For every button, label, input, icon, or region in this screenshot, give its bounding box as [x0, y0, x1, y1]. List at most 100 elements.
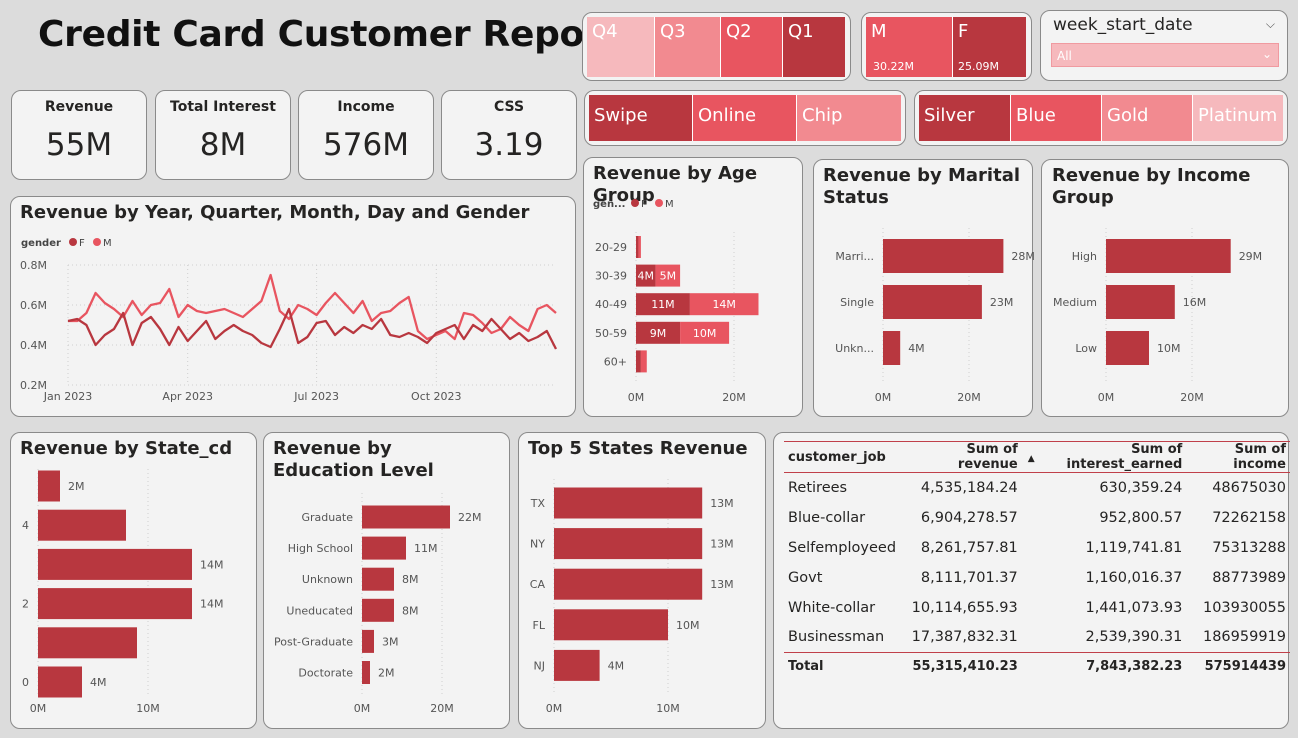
x-tick-label: 0M [354, 702, 371, 715]
y-category-label: 4 [22, 519, 29, 532]
slicer-platinum[interactable]: Platinum [1193, 95, 1283, 141]
slicer-gender-f[interactable]: F 25.09M [953, 17, 1026, 77]
y-category-label: FL [533, 619, 546, 632]
slicer-gender-m[interactable]: M 30.22M [866, 17, 953, 77]
data-label: 11M [651, 298, 675, 311]
data-label: 4M [638, 270, 655, 283]
table-cell: 72262158 [1212, 509, 1286, 526]
top5-states-chart: 0M 10M TX 13M NY 13M CA 13M FL 10M NJ 4M [530, 479, 734, 715]
slicer-gold[interactable]: Gold [1102, 95, 1193, 141]
column-header-label: Sum of interest_earned [1066, 442, 1183, 472]
x-tick-label: 10M [656, 702, 680, 715]
table-row[interactable]: White-collar 10,114,655.93 1,441,073.93 103… [784, 593, 1290, 623]
slicer-q4[interactable]: Q4 [587, 17, 655, 77]
x-tick-label: Jan 2023 [43, 390, 92, 403]
table-row[interactable]: Businessman 17,387,832.31 2,539,390.31 1869… [784, 623, 1290, 653]
table-row[interactable]: Govt 8,111,701.37 1,160,016.37 88773989 [784, 563, 1290, 593]
bar [38, 548, 192, 580]
data-label: 2M [378, 667, 395, 680]
y-category-label: 0 [22, 676, 29, 689]
column-header-revenue[interactable]: Sum of revenue [901, 441, 1022, 473]
slicer-value: 30.22M [873, 60, 914, 73]
x-tick-label: 20M [430, 702, 454, 715]
slicer-q3[interactable]: Q3 [655, 17, 721, 77]
data-label: 10M [676, 619, 700, 632]
table-cell: 1,119,741.81 [1085, 539, 1183, 556]
kpi-card-revenue: Revenue 55M [11, 90, 147, 180]
table-cell: 8,111,701.37 [920, 569, 1018, 586]
table-cell: 1,160,016.37 [1085, 569, 1183, 586]
table-cell: Govt [788, 569, 823, 586]
bar [38, 666, 82, 698]
kpi-value: 3.19 [474, 127, 544, 163]
chevron-down-icon: ⌄ [1261, 47, 1272, 61]
slicer-silver[interactable]: Silver [919, 95, 1011, 141]
income-group-chart: 0M 20M High 29M Medium 16M Low 10M [1053, 228, 1262, 404]
slicer-blue[interactable]: Blue [1011, 95, 1102, 141]
quarter-slicer: Q4 Q3 Q2 Q1 [582, 12, 851, 81]
revenue-line-chart-card: Revenue by Year, Quarter, Month, Day and… [10, 196, 576, 417]
table-row[interactable]: Blue-collar 6,904,278.57 952,800.57 7226215… [784, 503, 1290, 533]
bar [1106, 331, 1149, 365]
table-cell: 17,387,832.31 [911, 629, 1018, 646]
legend-marker [93, 238, 101, 246]
week-start-date-slicer: week_start_date ⌵ All ⌄ [1040, 10, 1288, 81]
sort-ascending-icon[interactable]: ▲ [1028, 454, 1035, 464]
education-chart: 0M 20M Graduate 22M High School 11M Unknown 8M U… [274, 493, 482, 715]
table-row[interactable]: Retirees 4,535,184.24 630,359.24 48675030 [784, 473, 1290, 503]
customer-job-table: customer_job Sum of revenue ▲ Sum of int… [784, 441, 1290, 681]
table-total-cell: 55,315,410.23 [901, 652, 1022, 681]
data-label: 2M [68, 480, 85, 493]
slicer-online[interactable]: Online [693, 95, 797, 141]
data-label: 10M [693, 327, 717, 340]
bar [38, 588, 192, 620]
y-category-label: Doctorate [298, 667, 353, 680]
y-category-label: Graduate [301, 511, 353, 524]
table-row[interactable]: Selfemployeed 8,261,757.81 1,119,741.81 753… [784, 533, 1290, 563]
table-total-cell: 575914439 [1186, 652, 1290, 681]
bar [362, 567, 394, 591]
y-category-label: Low [1075, 342, 1097, 355]
kpi-label: Income [337, 99, 395, 115]
report-title: Credit Card Customer Report [38, 14, 619, 55]
kpi-label: CSS [493, 99, 525, 115]
y-category-label: 40-49 [595, 298, 627, 311]
slicer-chip[interactable]: Chip [797, 95, 901, 141]
column-header-income[interactable]: Sum of income [1186, 441, 1290, 473]
legend-title: gen... [593, 199, 625, 210]
kpi-value: 8M [199, 127, 247, 163]
x-tick-label: 20M [957, 391, 981, 404]
data-label: 13M [710, 578, 734, 591]
top5-states-chart-card: Top 5 States Revenue 0M 10M TX 13M NY 13M CA 13… [518, 432, 766, 729]
bar-f [636, 350, 641, 373]
legend-label: M [665, 199, 674, 210]
collapse-chevron-icon[interactable]: ⌵ [1266, 17, 1275, 32]
x-tick-label: 20M [1180, 391, 1204, 404]
table-cell: 48675030 [1212, 479, 1286, 496]
kpi-label: Revenue [44, 99, 114, 115]
y-category-label: NY [530, 538, 545, 551]
table-cell: 4,535,184.24 [920, 479, 1018, 496]
slicer-label: M [871, 21, 887, 42]
slicer-swipe[interactable]: Swipe [589, 95, 693, 141]
table-total-cell: 7,843,382.23 [1021, 652, 1187, 681]
x-tick-label: Oct 2023 [411, 390, 462, 403]
age-group-chart-card: Revenue by Age Group gen... F M 0M 20M 20-29 3… [583, 157, 803, 417]
y-category-label: CA [530, 578, 546, 591]
y-category-label: Medium [1053, 296, 1097, 309]
y-category-label: High School [288, 542, 353, 555]
x-tick-label: 0M [628, 391, 645, 404]
bar [362, 505, 450, 529]
data-label: 10M [1157, 342, 1181, 355]
column-header-customer-job[interactable]: customer_job [784, 441, 902, 473]
x-tick-label: 0M [1098, 391, 1115, 404]
slicer-q2[interactable]: Q2 [721, 17, 783, 77]
week-dropdown[interactable]: All ⌄ [1051, 43, 1279, 67]
data-label: 14M [200, 598, 224, 611]
age-group-chart: gen... F M 0M 20M 20-29 30-39 4M 5M 40-49 11M 14M 50… [593, 199, 759, 404]
column-header-interest[interactable]: ▲ Sum of interest_earned [1021, 441, 1187, 473]
slicer-q1[interactable]: Q1 [783, 17, 845, 77]
table-cell: 186959919 [1202, 629, 1286, 646]
kpi-card-income: Income 576M [298, 90, 434, 180]
income-group-chart-card: Revenue by Income Group 0M 20M High 29M Medi… [1041, 159, 1289, 417]
